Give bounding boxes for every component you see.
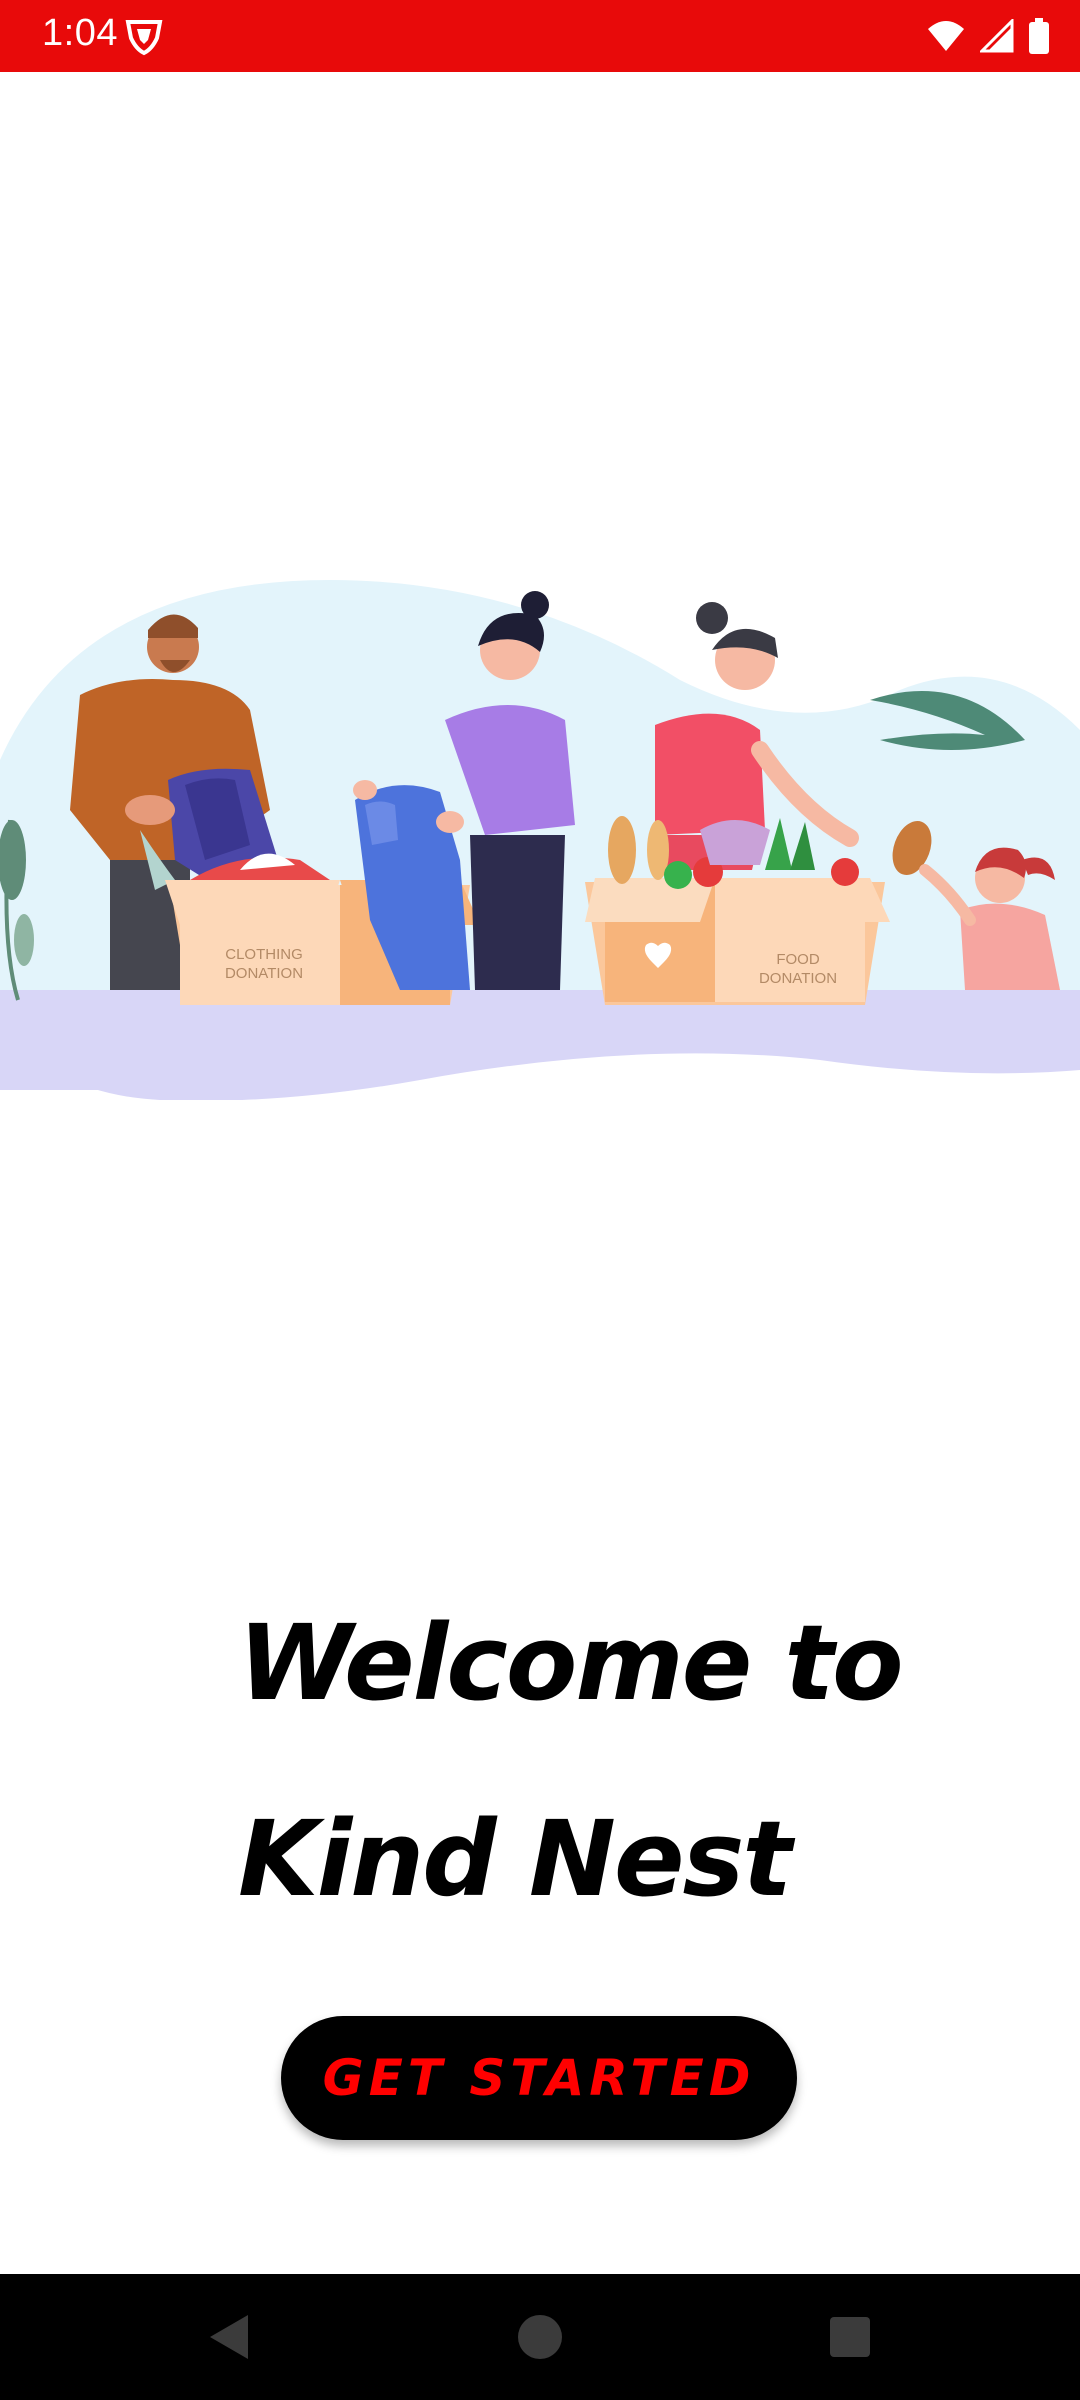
box-left-label-2: DONATION <box>225 965 303 982</box>
system-nav-bar <box>0 2274 1080 2400</box>
status-bar: 1:04 <box>0 0 1080 72</box>
recents-icon[interactable] <box>820 2307 880 2367</box>
box-right-label-1: FOOD <box>776 951 819 968</box>
back-icon[interactable] <box>198 2307 258 2367</box>
welcome-line-2: Kind Nest <box>238 1798 792 1920</box>
battery-icon <box>1028 18 1050 54</box>
get-started-label: GET STARTED <box>322 2049 756 2107</box>
cell-signal-icon <box>980 19 1014 53</box>
get-started-button[interactable]: GET STARTED <box>281 2016 797 2140</box>
status-time: 1:04 <box>42 12 118 54</box>
donation-illustration: CLOTHING DONATION FOOD DONATION <box>0 560 1080 1101</box>
home-icon[interactable] <box>510 2307 570 2367</box>
wifi-icon <box>926 19 966 53</box>
welcome-line-1: Welcome to <box>238 1602 904 1724</box>
welcome-heading: Welcome to Kind Nest <box>238 1565 1038 1957</box>
shield-icon <box>124 16 164 56</box>
box-right-label-2: DONATION <box>759 970 837 987</box>
status-icons <box>926 16 1050 56</box>
box-left-label-1: CLOTHING <box>225 946 303 963</box>
